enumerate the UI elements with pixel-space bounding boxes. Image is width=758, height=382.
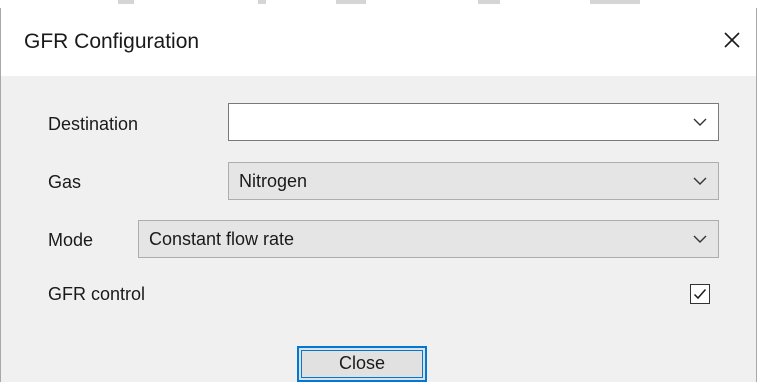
dialog-client-area: Destination Gas Nitrogen Mode Constant f… bbox=[1, 76, 756, 382]
dialog-title: GFR Configuration bbox=[24, 30, 200, 53]
title-bar[interactable]: GFR Configuration bbox=[1, 8, 756, 76]
background-blur bbox=[478, 0, 500, 4]
chevron-down-icon[interactable] bbox=[692, 233, 708, 245]
gfr-control-label: GFR control bbox=[48, 284, 146, 304]
mode-combobox[interactable]: Constant flow rate bbox=[138, 220, 719, 258]
close-icon[interactable] bbox=[718, 26, 746, 54]
chevron-down-icon[interactable] bbox=[692, 175, 708, 187]
gfr-configuration-dialog: GFR Configuration Destination Gas Nitrog… bbox=[0, 8, 757, 382]
background-blur bbox=[258, 0, 266, 4]
mode-value: Constant flow rate bbox=[149, 229, 295, 249]
destination-combobox[interactable] bbox=[228, 103, 719, 141]
gfr-control-checkbox[interactable] bbox=[690, 284, 710, 304]
background-blur bbox=[590, 0, 640, 4]
chevron-down-icon[interactable] bbox=[692, 116, 708, 128]
background-blur bbox=[118, 0, 134, 4]
checkmark-icon bbox=[693, 289, 707, 300]
gas-value: Nitrogen bbox=[239, 171, 308, 191]
close-button-label: Close bbox=[338, 353, 386, 373]
destination-label: Destination bbox=[48, 114, 139, 134]
gas-combobox[interactable]: Nitrogen bbox=[228, 162, 719, 200]
mode-label: Mode bbox=[48, 230, 94, 250]
background-window-strip bbox=[0, 0, 758, 8]
gas-label: Gas bbox=[48, 172, 82, 192]
close-button[interactable]: Close bbox=[297, 346, 427, 382]
background-blur bbox=[336, 0, 366, 4]
